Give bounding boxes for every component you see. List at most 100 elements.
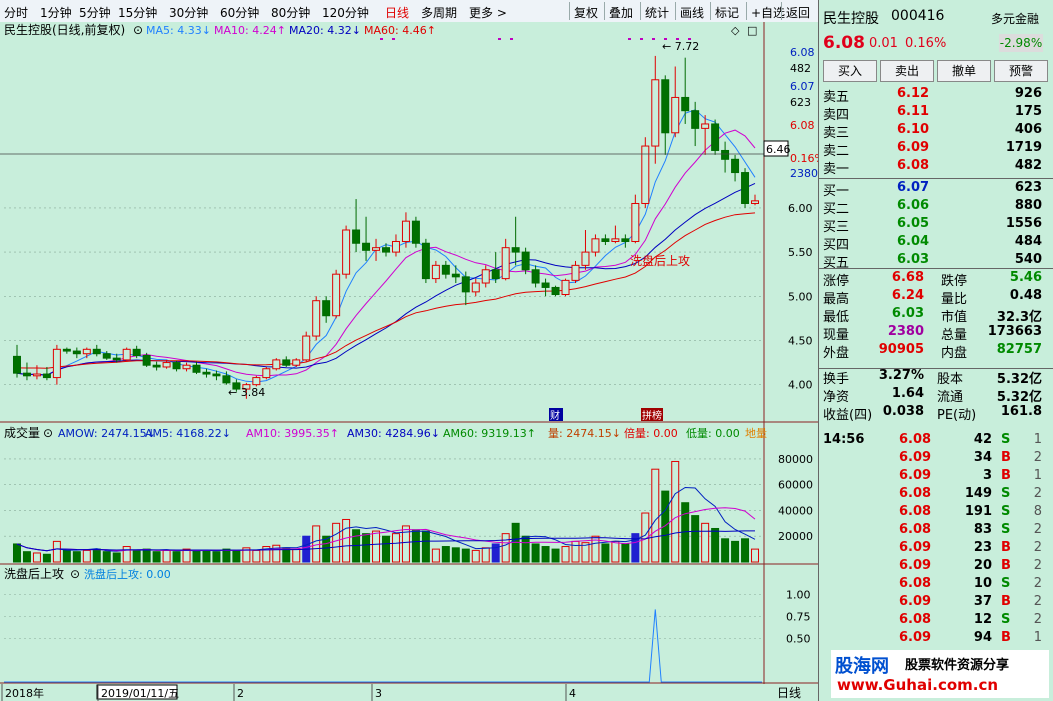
candle <box>292 358 301 367</box>
tick-price: 6.09 <box>899 468 932 483</box>
period-tab-6[interactable]: 80分钟 <box>271 4 310 21</box>
y-tick-label: 5.50 <box>788 246 813 259</box>
volume-bar <box>292 548 301 563</box>
volume-bar <box>741 538 750 563</box>
stock-name: 民生控股 <box>823 11 879 27</box>
price-change: 0.01 <box>869 36 898 51</box>
sell-button[interactable]: 卖出 <box>880 60 934 82</box>
toolbar-action-0[interactable]: 复权 <box>574 4 598 21</box>
marker-finance: 财 <box>550 409 560 422</box>
period-tab-1[interactable]: 1分钟 <box>40 4 72 21</box>
bid-volume: 1556 <box>1005 216 1042 231</box>
candle <box>252 375 261 387</box>
period-tab-0[interactable]: 分时 <box>4 4 28 21</box>
ask-price[interactable]: 6.08 <box>897 158 929 173</box>
tick-price: 6.09 <box>899 450 932 465</box>
toolbar-action-1[interactable]: 叠加 <box>609 4 633 21</box>
ask-price[interactable]: 6.10 <box>897 122 929 137</box>
signal-tick-label: 0.50 <box>786 632 811 645</box>
period-tab-7[interactable]: 120分钟 <box>322 4 369 21</box>
tick-price: 6.08 <box>899 486 932 501</box>
date-axis-label: 3 <box>375 687 382 700</box>
volume-bar <box>202 549 211 563</box>
tick-price: 6.09 <box>899 558 932 573</box>
period-tab-3[interactable]: 15分钟 <box>118 4 157 21</box>
tick-side: B <box>1001 558 1011 573</box>
bid-price[interactable]: 6.04 <box>897 234 929 249</box>
fundamentals: 换手 3.27% 股本 5.32亿 净资 1.64 流通 5.32亿 收益(四) 0.038 PE(… <box>819 368 1053 428</box>
buy-button[interactable]: 买入 <box>823 60 877 82</box>
period-tab-2[interactable]: 5分钟 <box>79 4 111 21</box>
volume-tick-label: 60000 <box>778 479 813 492</box>
low-annotation: ← 3.84 <box>228 386 265 399</box>
ma-legend-3: MA60: 4.46↑ <box>364 24 436 37</box>
stat-value: 6.03 <box>891 306 924 321</box>
bid-price[interactable]: 6.03 <box>897 252 929 267</box>
bid-price[interactable]: 6.07 <box>897 180 929 195</box>
tick-volume: 83 <box>973 522 992 537</box>
tick-count: 2 <box>1033 612 1042 627</box>
ask-volume: 406 <box>1014 122 1042 137</box>
volume-bar <box>671 460 680 563</box>
toolbar-action-5[interactable]: +自选 <box>751 4 785 21</box>
bid-volume: 880 <box>1014 198 1042 213</box>
ma-legend-1: MA10: 4.24↑ <box>214 24 286 37</box>
bid-volume: 623 <box>1014 180 1042 195</box>
volume-bar <box>232 549 241 563</box>
tick-volume: 191 <box>964 504 992 519</box>
candle <box>342 225 351 279</box>
ask-volume: 175 <box>1014 104 1042 119</box>
ask-price[interactable]: 6.09 <box>897 140 929 155</box>
signal-legend: 洗盘后上攻: 0.00 <box>84 567 171 581</box>
stat-key: 最高 <box>823 292 850 307</box>
signal-panel-title: 洗盘后上攻 <box>4 566 64 581</box>
fund-divider <box>819 368 1053 369</box>
volume-bar <box>332 522 341 563</box>
stat-key: 内盘 <box>941 346 968 361</box>
toolbar-action-4[interactable]: 标记 <box>715 4 739 21</box>
bid-price[interactable]: 6.05 <box>897 216 929 231</box>
period-tab-9[interactable]: 多周期 <box>421 4 457 21</box>
cancel-order-button[interactable]: 撤单 <box>937 60 991 82</box>
tick-count: 1 <box>1033 432 1042 447</box>
tick-side: S <box>1001 486 1011 501</box>
toolbar-action-3[interactable]: 画线 <box>680 4 704 21</box>
alert-button[interactable]: 预警 <box>994 60 1048 82</box>
tick-price: 6.08 <box>899 576 932 591</box>
ask-label: 卖五 <box>823 90 850 105</box>
fund-value: 5.32亿 <box>996 372 1042 387</box>
ask-label: 卖一 <box>823 162 850 177</box>
volume-bar <box>501 533 510 563</box>
period-tab-5[interactable]: 60分钟 <box>220 4 259 21</box>
candle <box>741 168 750 208</box>
volume-bar <box>561 546 570 563</box>
toolbar-action-2[interactable]: 统计 <box>645 4 669 21</box>
order-book: 卖五 6.12 926 卖四 6.11 175 卖三 6.10 406 卖二 6.09 1719 卖一 6… <box>819 86 1053 271</box>
high-annotation: ← 7.72 <box>662 40 699 53</box>
volume-bar <box>132 549 141 563</box>
volume-bar <box>12 543 21 563</box>
sector-badge[interactable]: 多元金融 <box>991 10 1039 27</box>
volume-bar <box>172 551 181 563</box>
bid-price[interactable]: 6.06 <box>897 198 929 213</box>
volume-bar <box>691 515 700 563</box>
candle <box>312 296 321 341</box>
settings-icon: ⊙ <box>133 23 143 37</box>
stat-value: 6.24 <box>891 288 924 303</box>
period-tab-4[interactable]: 30分钟 <box>169 4 208 21</box>
period-tab-10[interactable]: 更多 > <box>469 4 507 21</box>
ask-price[interactable]: 6.11 <box>897 104 929 119</box>
tick-price: 6.08 <box>899 504 932 519</box>
volume-legend-6: 倍量: 0.00 <box>624 426 678 440</box>
volume-legend-7: 低量: 0.00 <box>686 427 740 440</box>
tick-count: 8 <box>1033 504 1042 519</box>
toolbar-action-6[interactable]: 返回 <box>786 4 810 21</box>
volume-bar <box>372 530 381 563</box>
period-tab-8[interactable]: 日线 <box>385 4 409 21</box>
signal-tick-label: 1.00 <box>786 589 811 602</box>
fund-value: 1.64 <box>891 386 924 401</box>
date-axis-label: 4 <box>569 687 576 700</box>
right-axis-value: 482 <box>790 62 811 75</box>
ask-price[interactable]: 6.12 <box>897 86 929 101</box>
volume-bar <box>92 548 101 563</box>
